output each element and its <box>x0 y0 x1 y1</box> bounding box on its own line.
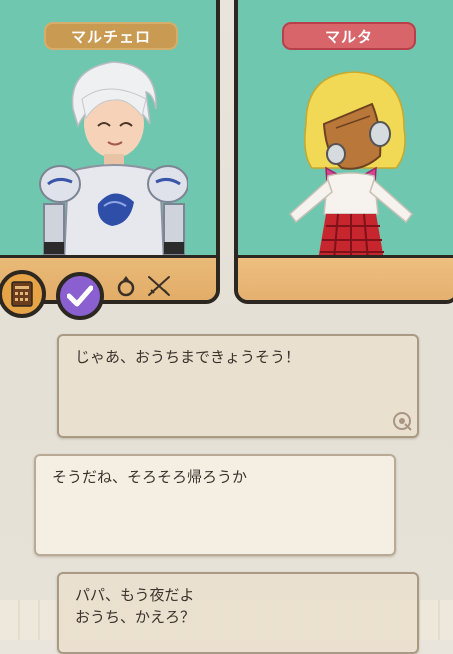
journal-icon <box>11 281 33 307</box>
checkmark-icon <box>67 285 93 307</box>
speaker-icon <box>393 412 412 431</box>
ring-icon <box>117 276 135 297</box>
right-character-name: マルタ <box>282 22 416 50</box>
dialogue-bubble-2: そうだね、そろそろ帰ろうか <box>34 454 396 556</box>
right-character-panel: マルタ <box>234 0 453 304</box>
journal-button[interactable] <box>0 270 46 318</box>
left-character-panel: マルチェロ <box>0 0 220 304</box>
right-panel-floor <box>238 255 453 300</box>
dialogue-text-3-line-1: パパ、もう夜だよ <box>75 586 195 604</box>
dialogue-bubble-3: パパ、もう夜だよ おうち、かえろ？ <box>57 572 419 654</box>
dialogue-bubble-1: じゃあ、おうちまできょうそう！ <box>57 334 419 438</box>
marta-character <box>288 71 414 261</box>
dialogue-text-1: じゃあ、おうちまできょうそう！ <box>75 348 301 366</box>
left-character-name: マルチェロ <box>44 22 178 50</box>
dialogue-text-2: そうだね、そろそろ帰ろうか <box>52 468 248 486</box>
crossed-swords-icon <box>148 276 170 296</box>
marcello-character <box>39 61 188 264</box>
dialogue-text-3-line-2: おうち、かえろ？ <box>75 608 196 626</box>
confirm-button[interactable] <box>56 272 104 320</box>
